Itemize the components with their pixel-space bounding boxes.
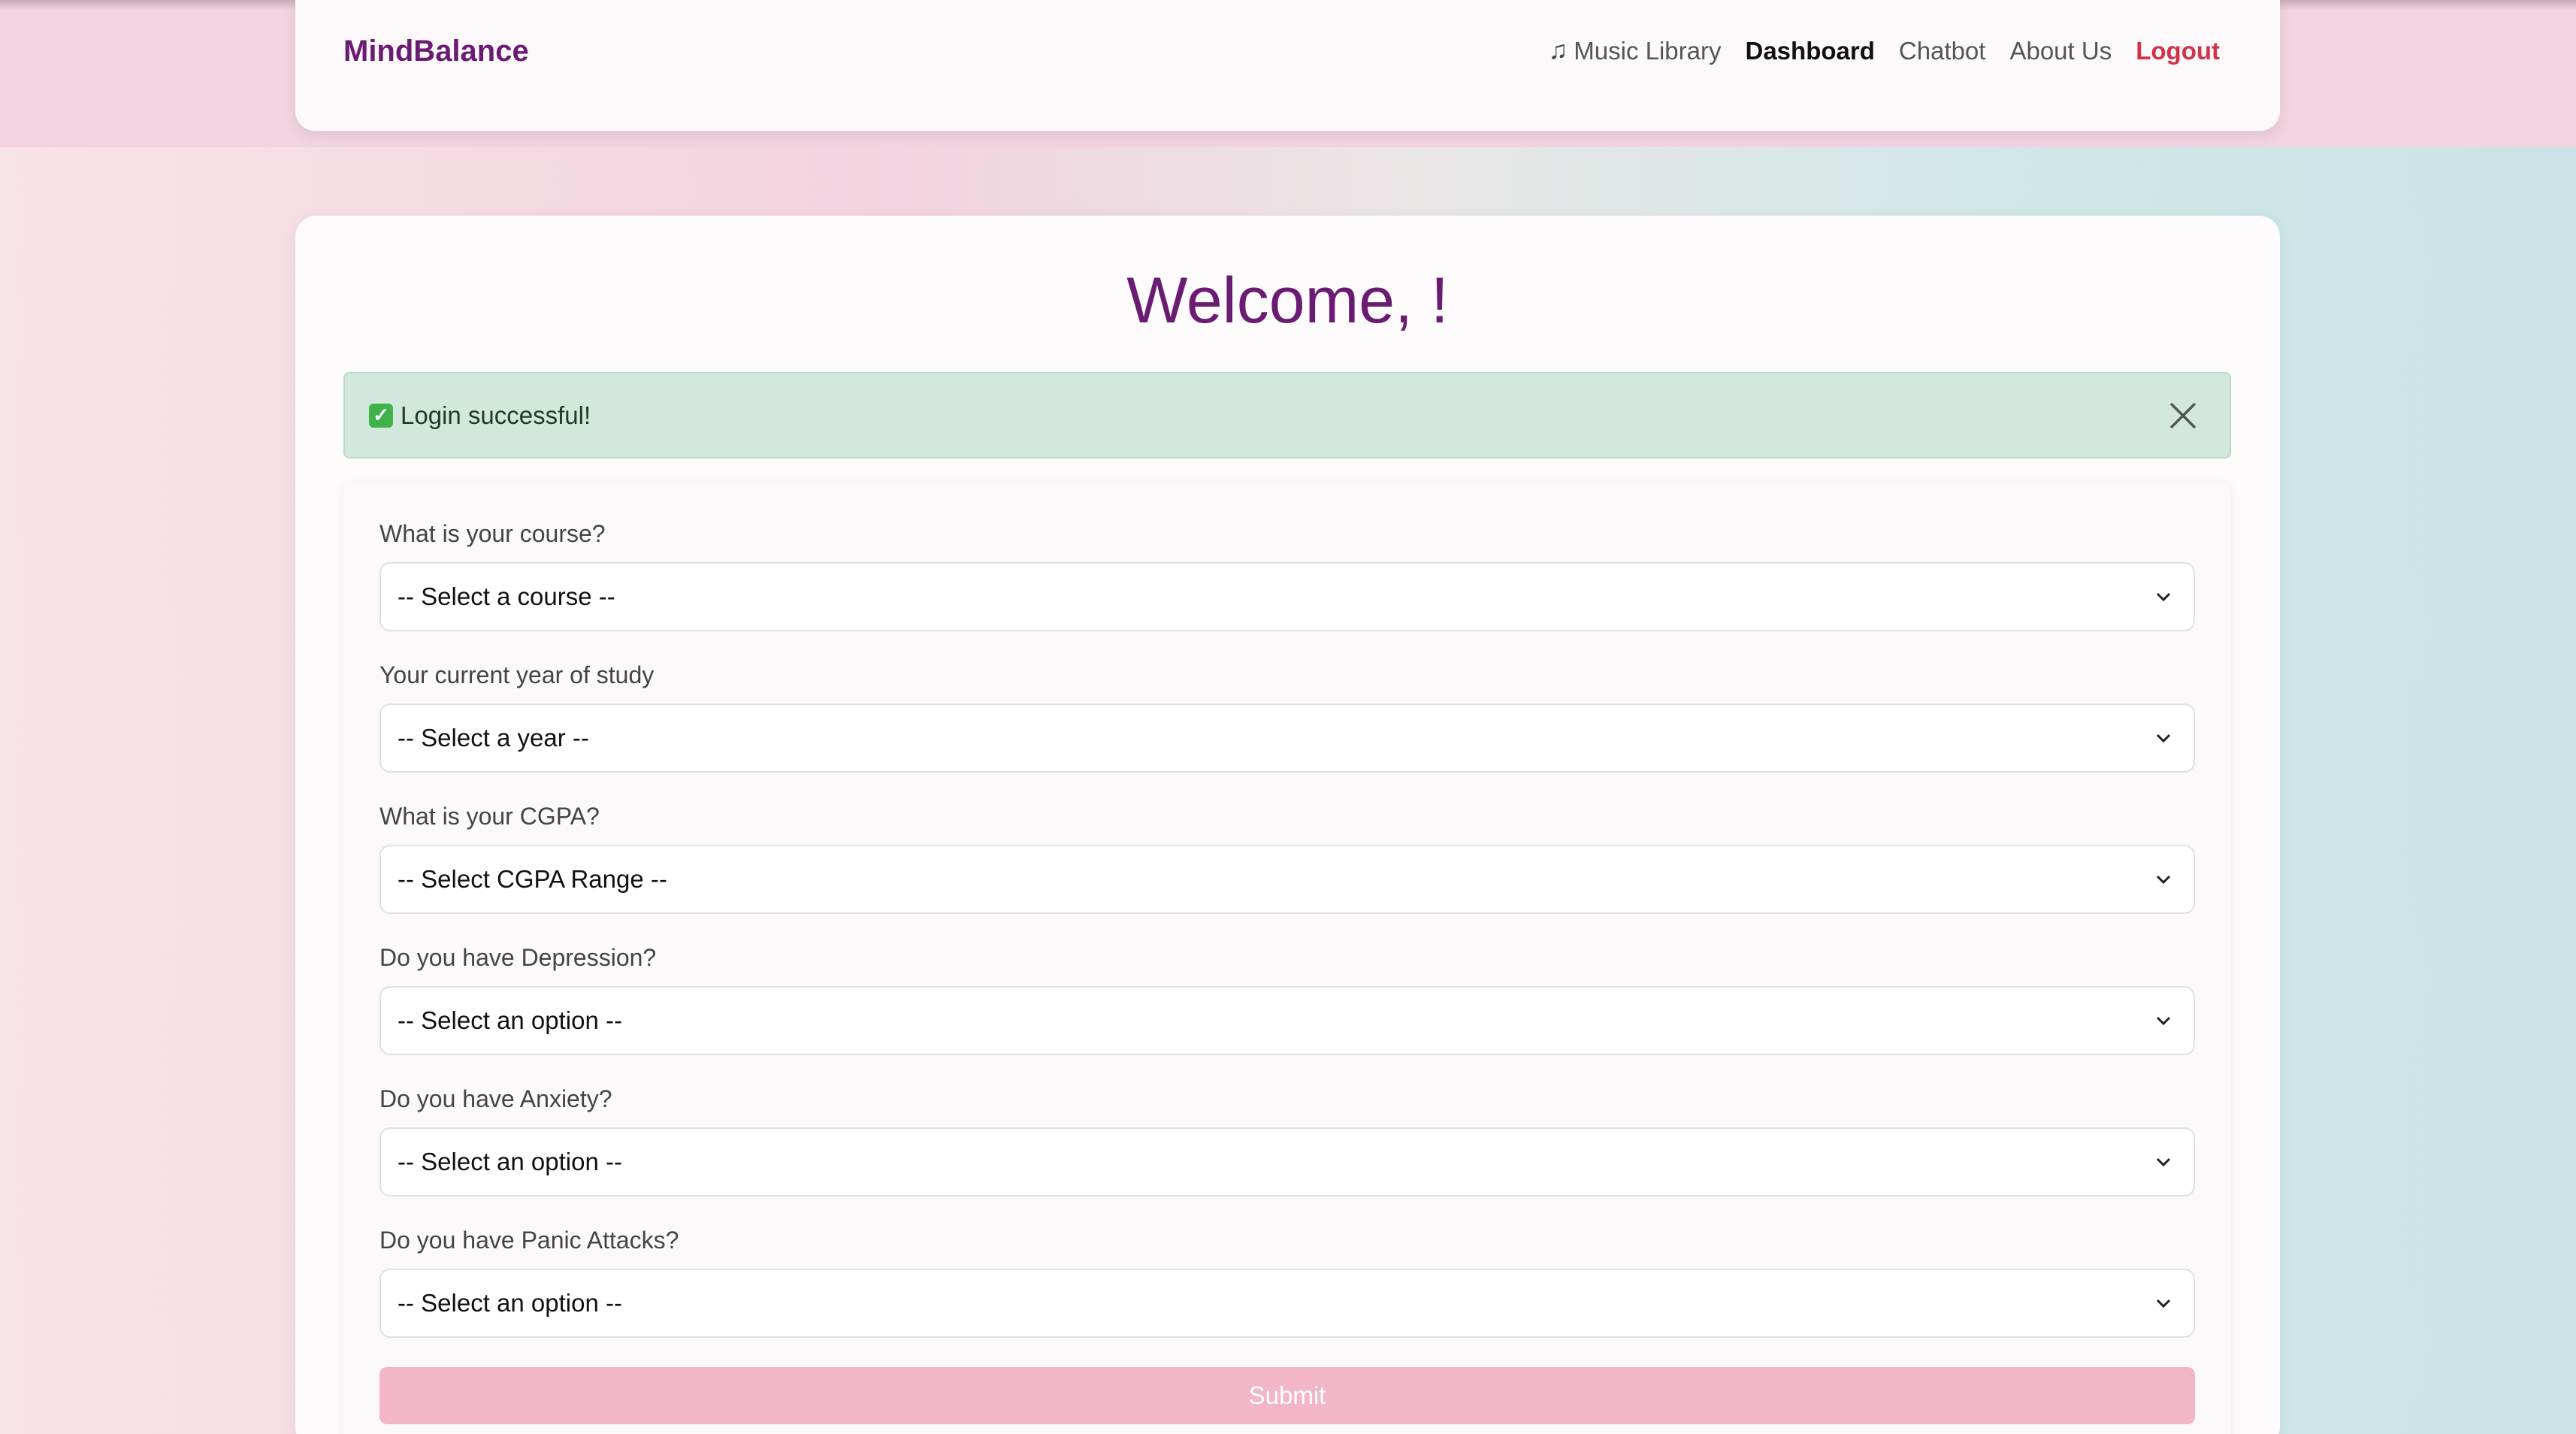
chevron-down-icon [2156, 592, 2171, 602]
check-icon: ✓ [369, 403, 393, 428]
depression-select[interactable]: -- Select an option -- [379, 986, 2195, 1055]
field-label: Do you have Depression? [379, 944, 657, 971]
select-value: -- Select CGPA Range -- [398, 865, 667, 893]
field-depression: Do you have Depression? -- Select an opt… [379, 944, 2195, 1055]
cgpa-select[interactable]: -- Select CGPA Range -- [379, 845, 2195, 914]
select-value: -- Select an option -- [398, 1006, 622, 1034]
nav-logout[interactable]: Logout [2136, 37, 2220, 65]
page-title: Welcome, ! [1126, 265, 1449, 337]
nav-music-library[interactable]: ♫ Music Library [1549, 36, 1722, 65]
chevron-down-icon [2156, 1016, 2171, 1026]
main-card: Welcome, ! ✓ Login successful! What is y… [295, 216, 2280, 1434]
field-label: What is your CGPA? [379, 803, 600, 830]
nav-links: ♫ Music Library Dashboard Chatbot About … [1549, 36, 2220, 65]
nav-about-us[interactable]: About Us [2009, 37, 2112, 65]
select-value: -- Select an option -- [398, 1148, 622, 1175]
field-cgpa: What is your CGPA? -- Select CGPA Range … [379, 803, 2195, 914]
field-anxiety: Do you have Anxiety? -- Select an option… [379, 1085, 2195, 1197]
chevron-down-icon [2156, 734, 2171, 743]
nav-chatbot[interactable]: Chatbot [1899, 37, 1986, 65]
select-value: -- Select an option -- [398, 1289, 622, 1317]
field-label: Do you have Panic Attacks? [379, 1227, 679, 1254]
field-course: What is your course? -- Select a course … [379, 520, 2195, 631]
field-label: What is your course? [379, 520, 606, 547]
nav-dashboard[interactable]: Dashboard [1746, 37, 1875, 65]
year-select[interactable]: -- Select a year -- [379, 703, 2195, 773]
alert-text: Login successful! [401, 401, 591, 429]
submit-button[interactable]: Submit [379, 1367, 2195, 1424]
field-label: Do you have Anxiety? [379, 1085, 612, 1112]
navbar: MindBalance ♫ Music Library Dashboard Ch… [295, 0, 2280, 131]
nav-music-library-label: Music Library [1574, 36, 1722, 65]
field-panic-attacks: Do you have Panic Attacks? -- Select an … [379, 1227, 2195, 1338]
field-label: Your current year of study [379, 661, 655, 688]
panic-attacks-select[interactable]: -- Select an option -- [379, 1269, 2195, 1338]
chevron-down-icon [2156, 875, 2171, 885]
close-icon[interactable] [2166, 399, 2200, 432]
course-select[interactable]: -- Select a course -- [379, 562, 2195, 631]
anxiety-select[interactable]: -- Select an option -- [379, 1127, 2195, 1197]
survey-form: What is your course? -- Select a course … [343, 483, 2231, 1434]
field-year: Your current year of study -- Select a y… [379, 661, 2195, 773]
chevron-down-icon [2156, 1299, 2171, 1308]
success-alert: ✓ Login successful! [343, 372, 2231, 458]
music-note-icon: ♫ [1548, 36, 1568, 65]
select-value: -- Select a course -- [398, 582, 615, 610]
chevron-down-icon [2156, 1157, 2171, 1167]
select-value: -- Select a year -- [398, 724, 589, 752]
brand-logo[interactable]: MindBalance [343, 35, 529, 68]
